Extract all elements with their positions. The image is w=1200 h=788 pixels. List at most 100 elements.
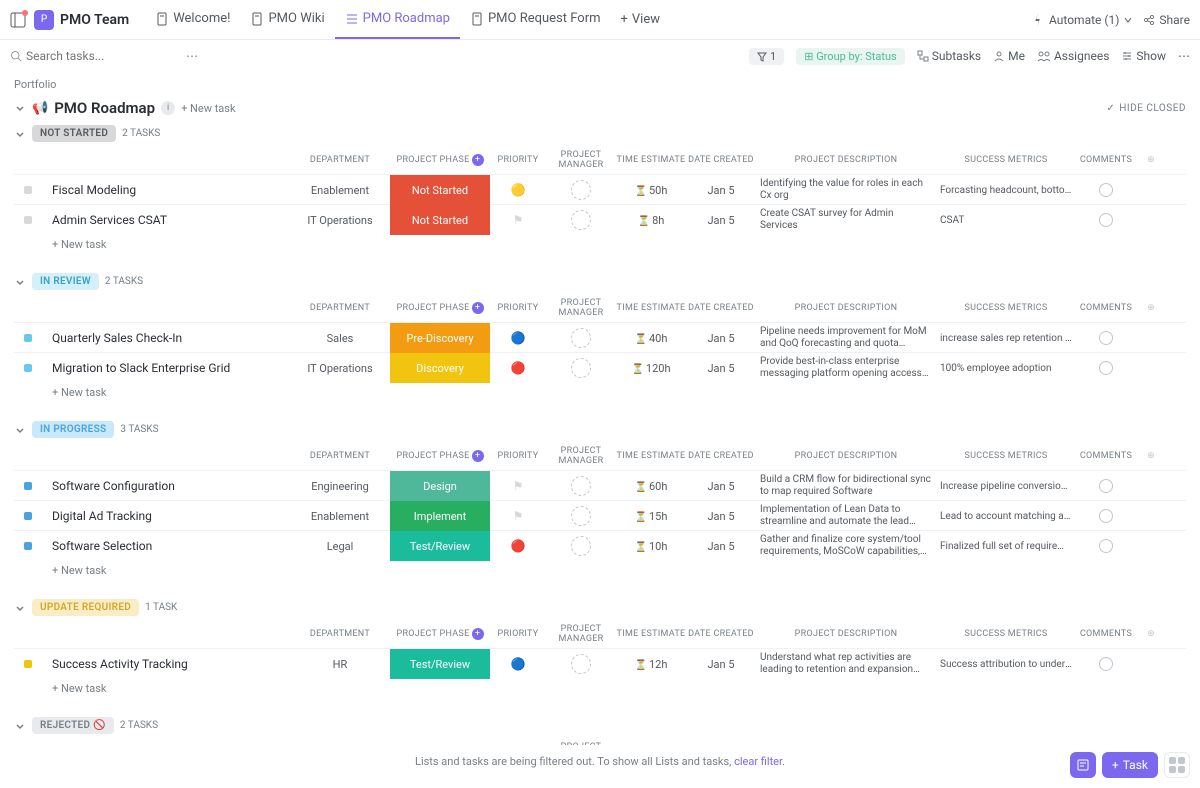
metric-cell[interactable]: CSAT xyxy=(936,215,1076,226)
apps-fab[interactable] xyxy=(1164,752,1190,778)
department-cell[interactable]: Engineering xyxy=(290,480,390,493)
column-header[interactable]: DATE CREATED xyxy=(686,629,756,639)
task-name[interactable]: Quarterly Sales Check-In xyxy=(42,331,290,345)
add-column-icon[interactable]: ⊕ xyxy=(1147,629,1155,639)
column-header[interactable]: PROJECT MANAGER xyxy=(546,150,616,170)
priority-flag[interactable]: 🔵 xyxy=(490,331,546,345)
phase-add-icon[interactable]: + xyxy=(472,302,484,314)
task-fab[interactable]: + Task xyxy=(1102,752,1158,778)
column-header[interactable]: PROJECT MANAGER xyxy=(546,624,616,644)
group-status-label[interactable]: IN PROGRESS xyxy=(32,421,114,438)
column-header[interactable]: DEPARTMENT xyxy=(290,629,390,639)
phase-add-icon[interactable]: + xyxy=(472,450,484,462)
department-cell[interactable]: Legal xyxy=(290,540,390,553)
estimate-cell[interactable]: ⏳50h xyxy=(616,184,686,197)
estimate-cell[interactable]: ⏳8h xyxy=(616,214,686,227)
estimate-cell[interactable]: ⏳40h xyxy=(616,332,686,345)
column-header[interactable]: DEPARTMENT xyxy=(290,155,390,165)
comment-cell[interactable] xyxy=(1076,479,1136,493)
column-header[interactable]: TIME ESTIMATE xyxy=(616,629,686,639)
new-task-row[interactable]: + New task xyxy=(14,382,1186,403)
info-icon[interactable]: i xyxy=(161,101,175,115)
metric-cell[interactable]: Success attribution to understand custom… xyxy=(936,659,1076,670)
nav-tab-welcome-[interactable]: Welcome! xyxy=(145,0,240,39)
priority-flag[interactable]: 🔵 xyxy=(490,657,546,671)
description-cell[interactable]: Implementation of Lean Data to streamlin… xyxy=(756,504,936,528)
phase-cell[interactable]: Not Started xyxy=(390,205,490,235)
date-cell[interactable]: Jan 5 xyxy=(686,332,756,345)
collapse-chevron-icon[interactable] xyxy=(14,102,26,114)
filter-count-pill[interactable]: 1 xyxy=(749,48,784,65)
task-name[interactable]: Software Configuration xyxy=(42,479,290,493)
column-header[interactable]: TIME ESTIMATE xyxy=(616,155,686,165)
priority-flag[interactable]: ⚑ xyxy=(490,479,546,493)
phase-add-icon[interactable]: + xyxy=(472,154,484,166)
manager-cell[interactable] xyxy=(546,536,616,556)
column-header[interactable]: COMMENTS xyxy=(1076,303,1136,313)
priority-flag[interactable]: 🔴 xyxy=(490,539,546,553)
clear-filter-link[interactable]: clear filter xyxy=(734,755,782,768)
department-cell[interactable]: IT Operations xyxy=(290,214,390,227)
manager-cell[interactable] xyxy=(546,358,616,378)
comment-cell[interactable] xyxy=(1076,213,1136,227)
list-title[interactable]: PMO Roadmap xyxy=(54,99,155,117)
phase-cell[interactable]: Discovery xyxy=(390,353,490,383)
task-name[interactable]: Fiscal Modeling xyxy=(42,183,290,197)
column-header[interactable]: PRIORITY xyxy=(490,629,546,639)
manager-cell[interactable] xyxy=(546,654,616,674)
manager-cell[interactable] xyxy=(546,180,616,200)
date-cell[interactable]: Jan 5 xyxy=(686,480,756,493)
manager-cell[interactable] xyxy=(546,328,616,348)
more-menu-icon[interactable]: ⋯ xyxy=(1178,49,1190,63)
task-row[interactable]: Digital Ad Tracking Enablement Implement… xyxy=(14,500,1186,530)
group-by-pill[interactable]: ⊞ Group by: Status xyxy=(796,48,904,65)
phase-cell[interactable]: Not Started xyxy=(390,175,490,205)
column-header[interactable]: TIME ESTIMATE xyxy=(616,451,686,461)
group-chevron-icon[interactable] xyxy=(14,276,26,288)
subtasks-button[interactable]: Subtasks xyxy=(917,49,981,63)
column-header[interactable]: PRIORITY xyxy=(490,155,546,165)
show-button[interactable]: Show xyxy=(1121,49,1166,63)
description-cell[interactable]: Gather and finalize core system/tool req… xyxy=(756,534,936,558)
estimate-cell[interactable]: ⏳120h xyxy=(616,362,686,375)
share-button[interactable]: Share xyxy=(1143,13,1190,27)
description-cell[interactable]: Pipeline needs improvement for MoM and Q… xyxy=(756,326,936,350)
group-status-label[interactable]: IN REVIEW xyxy=(32,273,99,290)
column-header[interactable]: PRIORITY xyxy=(490,303,546,313)
metric-cell[interactable]: increase sales rep retention rates QoQ a… xyxy=(936,333,1076,344)
status-dot[interactable] xyxy=(24,512,32,520)
task-name[interactable]: Admin Services CSAT xyxy=(42,213,290,227)
column-header[interactable]: PROJECT MANAGER xyxy=(546,446,616,466)
metric-cell[interactable]: 100% employee adoption xyxy=(936,363,1076,374)
description-cell[interactable]: Provide best-in-class enterprise messagi… xyxy=(756,356,936,380)
description-cell[interactable]: Understand what rep activities are leadi… xyxy=(756,652,936,676)
date-cell[interactable]: Jan 5 xyxy=(686,540,756,553)
comment-cell[interactable] xyxy=(1076,361,1136,375)
task-row[interactable]: Success Activity Tracking HR Test/Review… xyxy=(14,648,1186,678)
column-header[interactable]: PROJECT DESCRIPTION xyxy=(756,451,936,461)
column-header[interactable]: DATE CREATED xyxy=(686,451,756,461)
column-header[interactable]: DEPARTMENT xyxy=(290,451,390,461)
column-header[interactable]: SUCCESS METRICS xyxy=(936,629,1076,639)
estimate-cell[interactable]: ⏳12h xyxy=(616,658,686,671)
task-row[interactable]: Admin Services CSAT IT Operations Not St… xyxy=(14,204,1186,234)
column-header[interactable]: PROJECT DESCRIPTION xyxy=(756,629,936,639)
estimate-cell[interactable]: ⏳15h xyxy=(616,510,686,523)
add-column-icon[interactable]: ⊕ xyxy=(1147,155,1155,165)
priority-flag[interactable]: ⚑ xyxy=(490,213,546,227)
group-chevron-icon[interactable] xyxy=(14,424,26,436)
estimate-cell[interactable]: ⏳10h xyxy=(616,540,686,553)
group-status-label[interactable]: UPDATE REQUIRED xyxy=(32,599,139,616)
description-cell[interactable]: Identifying the value for roles in each … xyxy=(756,178,936,202)
column-header[interactable]: PROJECT PHASE+ xyxy=(390,154,490,166)
task-name[interactable]: Digital Ad Tracking xyxy=(42,509,290,523)
column-header[interactable]: PROJECT MANAGER xyxy=(546,298,616,318)
task-row[interactable]: Migration to Slack Enterprise Grid IT Op… xyxy=(14,352,1186,382)
nav-tab-pmo-request-form[interactable]: PMO Request Form xyxy=(460,0,611,39)
metric-cell[interactable]: Finalized full set of requirements for V… xyxy=(936,541,1076,552)
column-header[interactable]: PROJECT MANAGER xyxy=(546,742,616,745)
new-task-row[interactable]: + New task xyxy=(14,234,1186,255)
estimate-cell[interactable]: ⏳60h xyxy=(616,480,686,493)
new-task-row[interactable]: + New task xyxy=(14,560,1186,581)
priority-flag[interactable]: ⚑ xyxy=(490,509,546,523)
